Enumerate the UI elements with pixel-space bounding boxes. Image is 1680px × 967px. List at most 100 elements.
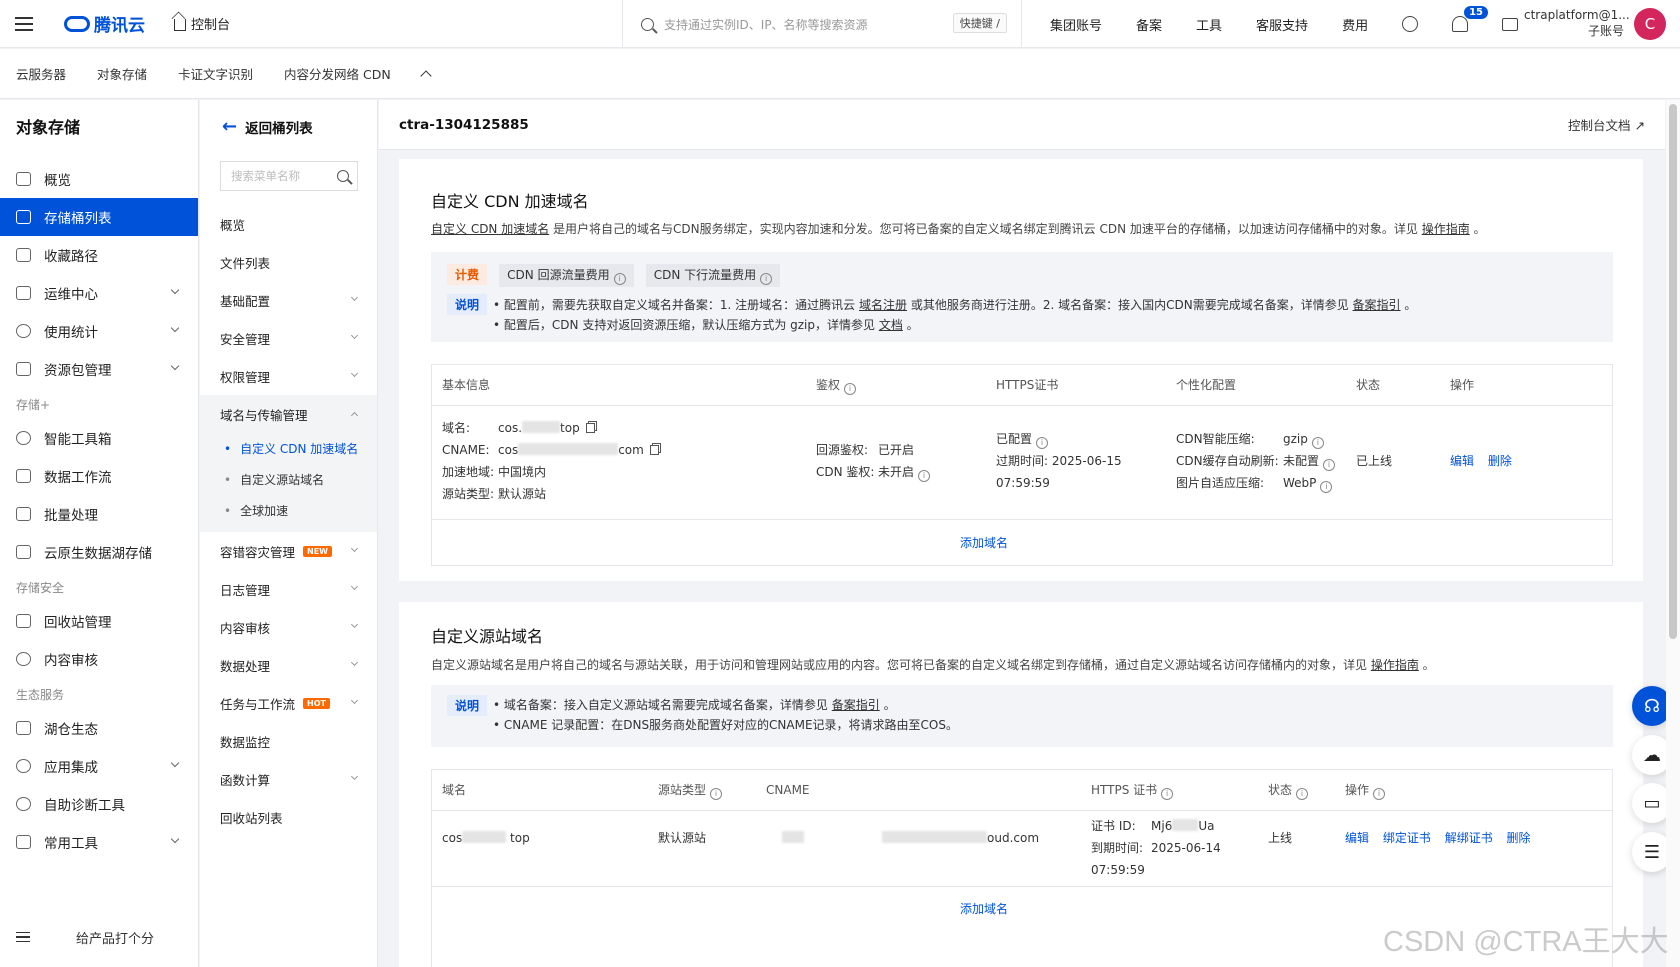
- delete-button[interactable]: 删除: [1488, 454, 1512, 468]
- sidebar-item-ops-center[interactable]: 运维中心: [0, 274, 198, 312]
- menu-item-disaster-recovery[interactable]: 容错容灾管理 NEW: [200, 532, 377, 570]
- menu-item-domain-transfer[interactable]: 域名与传输管理: [200, 395, 377, 433]
- console-docs-link[interactable]: 控制台文档 ↗: [1568, 115, 1645, 134]
- sidebar-item-datalake[interactable]: 云原生数据湖存储: [0, 533, 198, 571]
- doc-link[interactable]: 文档: [879, 318, 903, 332]
- unbind-cert-button[interactable]: 解绑证书: [1445, 831, 1493, 845]
- global-search-input[interactable]: 支持通过实例ID、IP、名称等搜索资源 快捷键 /: [622, 0, 1022, 48]
- user-info[interactable]: ctraplatform@1... 子账号: [1524, 7, 1630, 39]
- sidebar-item-workflow[interactable]: 数据工作流: [0, 457, 198, 495]
- cdn-guide-link[interactable]: 操作指南: [1422, 222, 1470, 236]
- edit-button[interactable]: 编辑: [1450, 454, 1474, 468]
- top-link-group-account[interactable]: 集团账号: [1050, 15, 1102, 34]
- info-icon: i: [1161, 788, 1174, 800]
- subnav-ocr[interactable]: 卡证文字识别: [178, 64, 253, 83]
- menu-item-logs[interactable]: 日志管理: [200, 570, 377, 608]
- note-lines: • 配置前，需要先获取自定义域名并备案：1. 注册域名：通过腾讯云 域名注册 或…: [493, 295, 1416, 335]
- origin-guide-link[interactable]: 操作指南: [1371, 658, 1419, 672]
- add-cdn-domain-button[interactable]: 添加域名: [960, 532, 1008, 554]
- col-auth: 鉴权 i: [816, 365, 857, 405]
- sidebar-item-bucket-list[interactable]: 存储桶列表: [0, 198, 198, 236]
- integration-icon: [16, 759, 31, 773]
- subnav-cdn[interactable]: 内容分发网络 CDN: [284, 64, 391, 83]
- scrollbar-thumb[interactable]: [1669, 104, 1677, 639]
- sidebar-item-favorites[interactable]: 收藏路径: [0, 236, 198, 274]
- sidebar-item-moderation[interactable]: 内容审核: [0, 640, 198, 678]
- copy-icon[interactable]: [585, 423, 595, 433]
- brand-logo[interactable]: 腾讯云: [64, 11, 154, 36]
- notification-badge: 15: [1463, 5, 1489, 20]
- menu-item-data-processing[interactable]: 数据处理: [200, 646, 377, 684]
- submenu-global-acceleration[interactable]: 全球加速: [200, 495, 377, 526]
- copy-icon[interactable]: [649, 445, 659, 455]
- sidebar-item-integration[interactable]: 应用集成: [0, 747, 198, 785]
- submenu-origin-domain[interactable]: 自定义源站域名: [200, 464, 377, 495]
- menu-item-permissions[interactable]: 权限管理: [200, 357, 377, 395]
- origin-filing-guide-link[interactable]: 备案指引: [832, 698, 880, 712]
- top-link-support[interactable]: 客服支持: [1256, 15, 1308, 34]
- menu-item-monitoring[interactable]: 数据监控: [200, 722, 377, 760]
- subnav-cvm[interactable]: 云服务器: [16, 64, 66, 83]
- chevron-down-icon: [350, 582, 359, 591]
- add-origin-domain-button[interactable]: 添加域名: [960, 898, 1008, 920]
- collapse-chevron-icon[interactable]: [420, 69, 432, 82]
- menu-item-basic-config[interactable]: 基础配置: [200, 281, 377, 319]
- back-to-bucket-list[interactable]: ← 返回桶列表: [200, 100, 377, 153]
- menu-item-recycle-list[interactable]: 回收站列表: [200, 798, 377, 836]
- sidebar-group-storage-plus: 存储+: [16, 398, 51, 412]
- sidebar-item-diagnosis[interactable]: 自助诊断工具: [0, 785, 198, 823]
- collapse-sidebar-icon[interactable]: [16, 932, 30, 942]
- top-link-tools[interactable]: 工具: [1196, 15, 1222, 34]
- music-disc-icon[interactable]: [1402, 16, 1419, 32]
- cart-icon[interactable]: [1502, 17, 1519, 31]
- domain-register-link[interactable]: 域名注册: [859, 298, 907, 312]
- col-actions: 操作: [1450, 378, 1475, 392]
- menu-item-tasks-workflow[interactable]: 任务与工作流 HOT: [200, 684, 377, 722]
- menu-item-files[interactable]: 文件列表: [200, 243, 377, 281]
- top-link-filing[interactable]: 备案: [1136, 15, 1162, 34]
- trash-icon: [16, 614, 31, 628]
- delete-button[interactable]: 删除: [1507, 831, 1531, 845]
- menu-item-overview[interactable]: 概览: [200, 205, 377, 243]
- sidebar-title: 对象存储: [16, 118, 81, 137]
- fee-downstream-traffic[interactable]: CDN 下行流量费用 i: [645, 264, 781, 287]
- subnav-cos[interactable]: 对象存储: [97, 64, 147, 83]
- col-domain: 域名: [442, 783, 467, 797]
- notification-bell-icon[interactable]: 15: [1452, 5, 1489, 32]
- menu-item-functions[interactable]: 函数计算: [200, 760, 377, 798]
- sidebar-item-recycle[interactable]: 回收站管理: [0, 602, 198, 640]
- bind-cert-button[interactable]: 绑定证书: [1383, 831, 1431, 845]
- fee-origin-traffic[interactable]: CDN 回源流量费用 i: [499, 264, 634, 287]
- cdn-domain-card: 自定义 CDN 加速域名 自定义 CDN 加速域名 是用户将自己的域名与CDN服…: [399, 159, 1643, 581]
- sidebar-item-packages[interactable]: 资源包管理: [0, 350, 198, 388]
- menu-item-content-audit[interactable]: 内容审核: [200, 608, 377, 646]
- edit-button[interactable]: 编辑: [1345, 831, 1369, 845]
- menu-icon[interactable]: [0, 0, 48, 48]
- avatar[interactable]: C: [1634, 8, 1666, 40]
- sidebar-item-common-tools[interactable]: 常用工具: [0, 823, 198, 861]
- package-icon: [16, 362, 31, 376]
- feedback-link[interactable]: 给产品打个分: [76, 928, 154, 947]
- chevron-down-icon: [350, 544, 359, 553]
- menu-item-security[interactable]: 安全管理: [200, 319, 377, 357]
- info-icon: i: [844, 383, 857, 395]
- cert-cell: 证书 ID: Mj6 Ua 到期时间: 2025-06-14 07:59:59: [1091, 805, 1221, 881]
- sidebar-item-toolbox[interactable]: 智能工具箱: [0, 419, 198, 457]
- table-divider: [432, 886, 1612, 887]
- filing-guide-link[interactable]: 备案指引: [1353, 298, 1401, 312]
- col-actions: 操作 i: [1345, 770, 1386, 810]
- sidebar-item-overview[interactable]: 概览: [0, 160, 198, 198]
- cdn-desc-link[interactable]: 自定义 CDN 加速域名: [431, 222, 549, 236]
- expire-date: 2025-06-15: [1051, 454, 1122, 468]
- menu-search-input[interactable]: 搜索菜单名称: [220, 161, 358, 191]
- sidebar-item-usage[interactable]: 使用统计: [0, 312, 198, 350]
- fee-row: 计费 CDN 回源流量费用 i CDN 下行流量费用 i: [447, 264, 788, 287]
- cert-id-line: 证书 ID: Mj6 Ua: [1091, 815, 1221, 837]
- sidebar-item-batch[interactable]: 批量处理: [0, 495, 198, 533]
- submenu-cdn-domain[interactable]: 自定义 CDN 加速域名: [200, 433, 377, 464]
- console-link[interactable]: 控制台: [174, 14, 230, 33]
- origin-desc-text: 自定义源站域名是用户将自己的域名与源站关联，用于访问和管理网站或应用的内容。您可…: [431, 658, 1371, 672]
- col-status: 状态: [1356, 378, 1381, 392]
- top-link-billing[interactable]: 费用: [1342, 15, 1368, 34]
- sidebar-item-lakehouse[interactable]: 湖仓生态: [0, 709, 198, 747]
